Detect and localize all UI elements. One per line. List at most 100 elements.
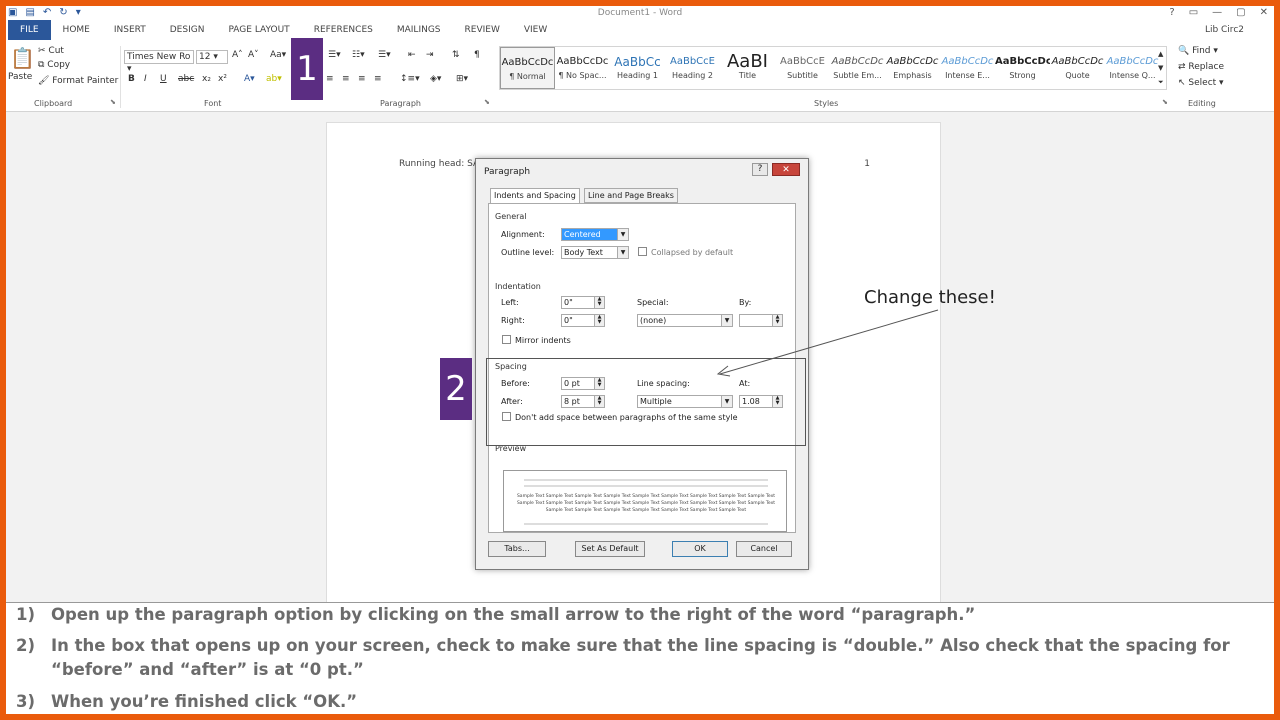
change-case-icon[interactable]: Aa▾ [270, 50, 286, 60]
justify-icon[interactable]: ≡ [374, 74, 382, 84]
set-as-default-button[interactable]: Set As Default [575, 541, 645, 557]
styles-more-icon[interactable]: ⏷ [1158, 78, 1164, 87]
show-marks-icon[interactable]: ¶ [474, 50, 480, 60]
binoculars-icon: 🔍 [1178, 46, 1193, 56]
help-icon[interactable]: ? [1169, 7, 1174, 18]
tab-indents-spacing[interactable]: Indents and Spacing [490, 188, 580, 204]
user-name[interactable]: Lib Circ2 [1205, 25, 1244, 35]
clipboard-launcher-icon[interactable]: ⬊ [110, 98, 116, 106]
close-icon[interactable]: ✕ [1260, 7, 1268, 18]
tab-file[interactable]: FILE [8, 20, 51, 40]
style-quote[interactable]: AaBbCcDc Quote [1050, 47, 1105, 89]
tab-page-layout[interactable]: PAGE LAYOUT [216, 20, 301, 40]
select-button[interactable]: ↖ Select ▾ [1178, 78, 1224, 88]
dialog-help-icon[interactable]: ? [752, 163, 768, 176]
grow-font-icon[interactable]: A˄ [232, 50, 243, 60]
preview-line [524, 523, 768, 525]
tab-insert[interactable]: INSERT [102, 20, 158, 40]
preview-line [524, 479, 768, 481]
alignment-select[interactable]: Centered ▼ [561, 228, 629, 241]
cut-button[interactable]: ✂ Cut [38, 46, 64, 56]
paste-icon[interactable]: 📋 [10, 46, 35, 70]
outline-level-label: Outline level: [501, 248, 555, 257]
copy-button[interactable]: ⧉ Copy [38, 60, 70, 70]
tab-review[interactable]: REVIEW [453, 20, 512, 40]
align-left-icon[interactable]: ≡ [326, 74, 334, 84]
text-effects-icon[interactable]: A▾ [244, 74, 255, 84]
ribbon-display-icon[interactable]: ▭ [1189, 7, 1198, 18]
shading-icon[interactable]: ◈▾ [430, 74, 441, 84]
style-intense-quote[interactable]: AaBbCcDc Intense Q... [1105, 47, 1160, 89]
font-size-select[interactable]: 12 ▾ [196, 50, 228, 64]
spinner-icon[interactable]: ▲ ▼ [594, 315, 604, 326]
general-heading: General [495, 212, 527, 221]
multilevel-list-icon[interactable]: ☰▾ [378, 50, 391, 60]
paste-button[interactable]: Paste [8, 72, 32, 82]
tab-mailings[interactable]: MAILINGS [385, 20, 453, 40]
style-normal[interactable]: AaBbCcDc ¶ Normal [500, 47, 555, 89]
copy-icon: ⧉ [38, 60, 48, 70]
clipboard-group-label: Clipboard [34, 99, 73, 108]
style-subtle-emphasis[interactable]: AaBbCcDc Subtle Em... [830, 47, 885, 89]
mirror-indents-checkbox[interactable] [502, 335, 511, 344]
tab-view[interactable]: VIEW [512, 20, 559, 40]
cancel-button[interactable]: Cancel [736, 541, 792, 557]
tab-references[interactable]: REFERENCES [302, 20, 385, 40]
line-spacing-icon[interactable]: ↕≡▾ [400, 74, 420, 84]
decrease-indent-icon[interactable]: ⇤ [408, 50, 416, 60]
align-right-icon[interactable]: ≡ [358, 74, 366, 84]
strikethrough-button[interactable]: abc [178, 74, 194, 84]
highlight-icon[interactable]: ab▾ [266, 74, 282, 84]
styles-scroll-up-icon[interactable]: ▲ [1158, 50, 1163, 58]
spinner-icon[interactable]: ▲ ▼ [594, 297, 604, 308]
style-no-spacing[interactable]: AaBbCcDc ¶ No Spac... [555, 47, 610, 89]
italic-button[interactable]: I [144, 74, 147, 84]
collapsed-checkbox[interactable] [638, 247, 647, 256]
paragraph-launcher-icon[interactable]: ⬊ [484, 98, 490, 106]
tab-line-page-breaks[interactable]: Line and Page Breaks [584, 188, 678, 203]
increase-indent-icon[interactable]: ⇥ [426, 50, 434, 60]
find-button[interactable]: 🔍 Find ▾ [1178, 46, 1218, 56]
style-heading-2[interactable]: AaBbCcE Heading 2 [665, 47, 720, 89]
font-name-select[interactable]: Times New Ro ▾ [124, 50, 194, 74]
ok-button[interactable]: OK [672, 541, 728, 557]
left-indent-input[interactable]: 0" ▲ ▼ [561, 296, 605, 309]
outline-level-select[interactable]: Body Text ▼ [561, 246, 629, 259]
step-text: In the box that opens up on your screen,… [51, 636, 1230, 679]
change-these-annotation: Change these! [864, 287, 996, 308]
bullets-icon[interactable]: ☰▾ [328, 50, 341, 60]
align-center-icon[interactable]: ≡ [342, 74, 350, 84]
right-indent-input[interactable]: 0" ▲ ▼ [561, 314, 605, 327]
tabs-button[interactable]: Tabs... [488, 541, 546, 557]
style-subtitle[interactable]: AaBbCcE Subtitle [775, 47, 830, 89]
format-painter-button[interactable]: 🖌 Format Painter [38, 76, 118, 86]
superscript-button[interactable]: x² [218, 74, 227, 84]
tab-home[interactable]: HOME [51, 20, 102, 40]
group-separator [120, 46, 121, 108]
font-group-label: Font [204, 99, 222, 108]
numbering-icon[interactable]: ☷▾ [352, 50, 365, 60]
shrink-font-icon[interactable]: A˅ [248, 50, 259, 60]
underline-button[interactable]: U [160, 74, 167, 84]
styles-scroll-down-icon[interactable]: ▼ [1158, 64, 1163, 72]
bold-button[interactable]: B [128, 74, 135, 84]
subscript-button[interactable]: x₂ [202, 74, 211, 84]
style-intense-emphasis[interactable]: AaBbCcDc Intense E... [940, 47, 995, 89]
style-emphasis[interactable]: AaBbCcDc Emphasis [885, 47, 940, 89]
annotation-arrow [716, 309, 939, 377]
borders-icon[interactable]: ⊞▾ [456, 74, 468, 84]
ribbon: 📋 Paste ✂ Cut ⧉ Copy 🖌 Format Painter Cl… [6, 42, 1274, 112]
maximize-icon[interactable]: ▢ [1236, 7, 1245, 18]
step-number: 1) [16, 605, 36, 624]
sort-icon[interactable]: ⇅ [452, 50, 460, 60]
style-strong[interactable]: AaBbCcDc Strong [995, 47, 1050, 89]
style-heading-1[interactable]: AaBbCc Heading 1 [610, 47, 665, 89]
window-controls: ? ▭ — ▢ ✕ [1169, 7, 1268, 18]
minimize-icon[interactable]: — [1212, 7, 1222, 18]
replace-button[interactable]: ⇄ Replace [1178, 62, 1224, 72]
styles-launcher-icon[interactable]: ⬊ [1162, 98, 1168, 106]
dialog-close-icon[interactable]: ✕ [772, 163, 800, 176]
dialog-title: Paragraph [484, 167, 531, 177]
style-title[interactable]: AaBI Title [720, 47, 775, 89]
tab-design[interactable]: DESIGN [158, 20, 217, 40]
